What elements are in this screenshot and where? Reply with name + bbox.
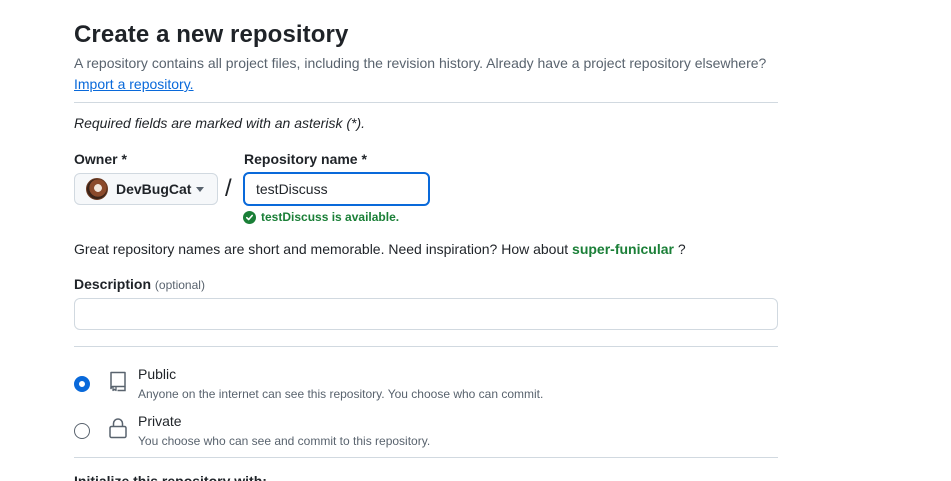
public-radio[interactable]	[74, 376, 90, 392]
suggested-name-link[interactable]: super-funicular	[572, 241, 674, 257]
repository-name-input[interactable]	[243, 172, 430, 206]
public-option-title: Public	[138, 366, 177, 382]
caret-down-icon	[196, 187, 204, 192]
page-subtitle: A repository contains all project files,…	[74, 55, 767, 71]
owner-select-button[interactable]: DevBugCat	[74, 173, 218, 205]
private-option-description: You choose who can see and commit to thi…	[138, 434, 431, 448]
repository-name-label: Repository name *	[244, 151, 367, 167]
page-title: Create a new repository	[74, 21, 349, 48]
owner-label: Owner *	[74, 151, 127, 167]
divider	[74, 457, 778, 458]
availability-message: testDiscuss is available.	[243, 210, 399, 224]
inspiration-suffix: ?	[677, 241, 686, 257]
description-label-text: Description	[74, 276, 152, 292]
required-fields-note: Required fields are marked with an aster…	[74, 115, 366, 131]
description-input[interactable]	[74, 298, 778, 330]
owner-name: DevBugCat	[116, 181, 192, 197]
private-option-title: Private	[138, 413, 182, 429]
public-option-description: Anyone on the internet can see this repo…	[138, 387, 544, 401]
divider	[74, 346, 778, 347]
avatar	[86, 178, 108, 200]
description-label: Description (optional)	[74, 276, 205, 292]
availability-text: testDiscuss is available.	[261, 210, 400, 224]
private-radio[interactable]	[74, 423, 90, 439]
create-repository-page: Create a new repository A repository con…	[0, 0, 951, 481]
inspiration-text: Great repository names are short and mem…	[74, 241, 569, 257]
owner-repo-separator: /	[225, 175, 232, 202]
divider	[74, 102, 778, 103]
check-circle-icon	[243, 210, 256, 224]
optional-hint: (optional)	[154, 278, 205, 292]
repo-icon	[110, 371, 126, 392]
import-repository-link[interactable]: Import a repository.	[74, 76, 194, 92]
initialize-section-label: Initialize this repository with:	[74, 473, 267, 481]
lock-icon	[109, 418, 127, 439]
name-inspiration: Great repository names are short and mem…	[74, 241, 686, 257]
